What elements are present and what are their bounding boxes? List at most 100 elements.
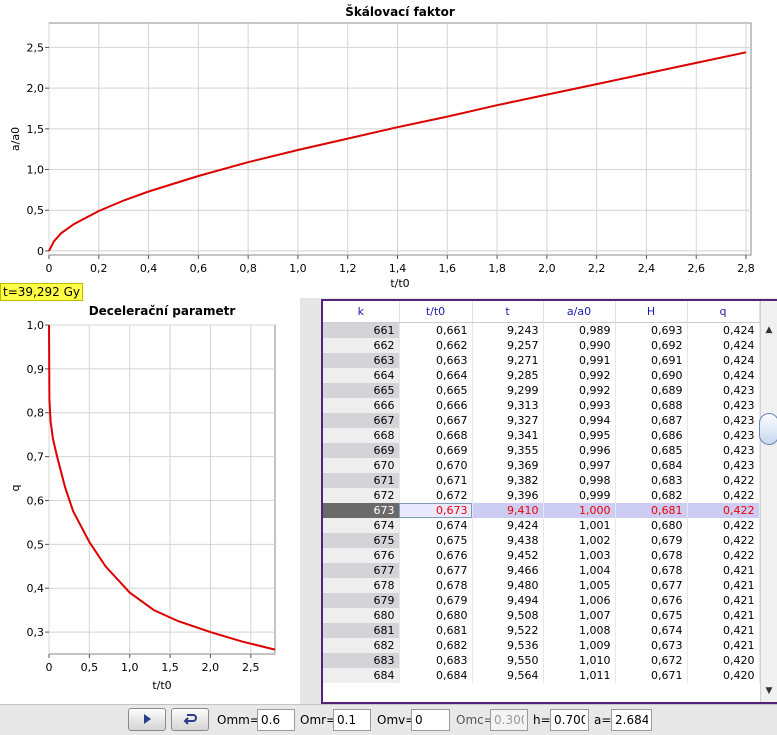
table-row[interactable]: 671 0,671 9,382 0,998 0,683 0,422: [323, 473, 760, 488]
cell-h[interactable]: 0,690: [615, 368, 688, 383]
table-row[interactable]: 668 0,668 9,341 0,995 0,686 0,423: [323, 428, 760, 443]
cell-a-a0[interactable]: 0,992: [543, 383, 616, 398]
cell-t[interactable]: 9,299: [472, 383, 544, 398]
cell-a-a0[interactable]: 1,002: [543, 533, 616, 548]
cell-a-a0[interactable]: 0,993: [543, 398, 616, 413]
cell-k[interactable]: 679: [323, 593, 400, 608]
table-row[interactable]: 675 0,675 9,438 1,002 0,679 0,422: [323, 533, 760, 548]
cell-t-t0[interactable]: 0,675: [399, 533, 473, 548]
cell-k[interactable]: 680: [323, 608, 400, 623]
cell-t-t0[interactable]: 0,684: [399, 668, 473, 683]
cell-q[interactable]: 0,424: [687, 322, 760, 338]
cell-h[interactable]: 0,677: [615, 578, 688, 593]
cell-q[interactable]: 0,422: [687, 488, 760, 503]
cell-t[interactable]: 9,382: [472, 473, 544, 488]
cell-h[interactable]: 0,674: [615, 623, 688, 638]
cell-t[interactable]: 9,285: [472, 368, 544, 383]
cell-k[interactable]: 684: [323, 668, 400, 683]
cell-q[interactable]: 0,423: [687, 398, 760, 413]
cell-k[interactable]: 662: [323, 338, 400, 353]
cell-q[interactable]: 0,421: [687, 593, 760, 608]
table-row[interactable]: 683 0,683 9,550 1,010 0,672 0,420: [323, 653, 760, 668]
cell-k[interactable]: 672: [323, 488, 400, 503]
scroll-up-icon[interactable]: ▲: [762, 323, 776, 337]
cell-t-t0[interactable]: 0,666: [399, 398, 473, 413]
cell-h[interactable]: 0,684: [615, 458, 688, 473]
column-header-k[interactable]: k: [323, 301, 400, 323]
cell-t-t0[interactable]: 0,668: [399, 428, 473, 443]
cell-t[interactable]: 9,257: [472, 338, 544, 353]
cell-q[interactable]: 0,422: [687, 548, 760, 563]
cell-t-t0[interactable]: 0,661: [399, 322, 473, 338]
cell-h[interactable]: 0,673: [615, 638, 688, 653]
cell-t-t0[interactable]: 0,670: [399, 458, 473, 473]
cell-k[interactable]: 681: [323, 623, 400, 638]
cell-h[interactable]: 0,676: [615, 593, 688, 608]
cell-h[interactable]: 0,683: [615, 473, 688, 488]
cell-h[interactable]: 0,687: [615, 413, 688, 428]
cell-a-a0[interactable]: 1,001: [543, 518, 616, 533]
cell-h[interactable]: 0,693: [615, 322, 688, 338]
cell-t-t0[interactable]: 0,665: [399, 383, 473, 398]
omm-input[interactable]: [257, 709, 295, 731]
cell-a-a0[interactable]: 0,994: [543, 413, 616, 428]
reset-button[interactable]: [171, 708, 209, 731]
cell-q[interactable]: 0,420: [687, 653, 760, 668]
cell-h[interactable]: 0,688: [615, 398, 688, 413]
cell-q[interactable]: 0,422: [687, 503, 760, 518]
table-row[interactable]: 663 0,663 9,271 0,991 0,691 0,424: [323, 353, 760, 368]
cell-t[interactable]: 9,327: [472, 413, 544, 428]
cell-a-a0[interactable]: 1,010: [543, 653, 616, 668]
cell-t[interactable]: 9,313: [472, 398, 544, 413]
table-row[interactable]: 679 0,679 9,494 1,006 0,676 0,421: [323, 593, 760, 608]
table-row[interactable]: 678 0,678 9,480 1,005 0,677 0,421: [323, 578, 760, 593]
cell-h[interactable]: 0,682: [615, 488, 688, 503]
cell-a-a0[interactable]: 1,011: [543, 668, 616, 683]
cell-k[interactable]: 669: [323, 443, 400, 458]
omr-input[interactable]: [333, 709, 371, 731]
cell-q[interactable]: 0,421: [687, 608, 760, 623]
cell-q[interactable]: 0,421: [687, 563, 760, 578]
cell-a-a0[interactable]: 0,989: [543, 322, 616, 338]
cell-h[interactable]: 0,679: [615, 533, 688, 548]
cell-k[interactable]: 676: [323, 548, 400, 563]
cell-t[interactable]: 9,508: [472, 608, 544, 623]
table-row[interactable]: 677 0,677 9,466 1,004 0,678 0,421: [323, 563, 760, 578]
cell-a-a0[interactable]: 0,991: [543, 353, 616, 368]
cell-q[interactable]: 0,422: [687, 533, 760, 548]
a-input[interactable]: [611, 709, 652, 731]
cell-t-t0[interactable]: 0,674: [399, 518, 473, 533]
table-scrollbar[interactable]: ▲ ▼: [759, 301, 777, 702]
column-header-a-a0[interactable]: a/a0: [543, 301, 616, 323]
column-header-q[interactable]: q: [687, 301, 760, 323]
cell-a-a0[interactable]: 0,990: [543, 338, 616, 353]
cell-t-t0[interactable]: 0,680: [399, 608, 473, 623]
cell-h[interactable]: 0,672: [615, 653, 688, 668]
cell-q[interactable]: 0,421: [687, 638, 760, 653]
table-row[interactable]: 665 0,665 9,299 0,992 0,689 0,423: [323, 383, 760, 398]
cell-t[interactable]: 9,564: [472, 668, 544, 683]
table-row[interactable]: 674 0,674 9,424 1,001 0,680 0,422: [323, 518, 760, 533]
cell-a-a0[interactable]: 0,998: [543, 473, 616, 488]
cell-t-t0[interactable]: 0,673: [399, 503, 473, 518]
cell-t[interactable]: 9,522: [472, 623, 544, 638]
cell-h[interactable]: 0,680: [615, 518, 688, 533]
cell-a-a0[interactable]: 1,004: [543, 563, 616, 578]
table-row[interactable]: 661 0,661 9,243 0,989 0,693 0,424: [323, 322, 760, 338]
cell-k[interactable]: 663: [323, 353, 400, 368]
cell-k[interactable]: 666: [323, 398, 400, 413]
cell-t-t0[interactable]: 0,669: [399, 443, 473, 458]
cell-a-a0[interactable]: 1,003: [543, 548, 616, 563]
cell-q[interactable]: 0,423: [687, 383, 760, 398]
cell-k[interactable]: 674: [323, 518, 400, 533]
table-row[interactable]: 666 0,666 9,313 0,993 0,688 0,423: [323, 398, 760, 413]
cell-q[interactable]: 0,421: [687, 623, 760, 638]
cell-k[interactable]: 665: [323, 383, 400, 398]
cell-t[interactable]: 9,410: [472, 503, 544, 518]
omv-input[interactable]: [411, 709, 450, 731]
cell-h[interactable]: 0,685: [615, 443, 688, 458]
cell-k[interactable]: 683: [323, 653, 400, 668]
data-table-panel[interactable]: k t/t0 t a/a0 H q 661 0,661 9,243 0,989 0,69…: [321, 299, 777, 704]
cell-t[interactable]: 9,355: [472, 443, 544, 458]
cell-a-a0[interactable]: 0,996: [543, 443, 616, 458]
